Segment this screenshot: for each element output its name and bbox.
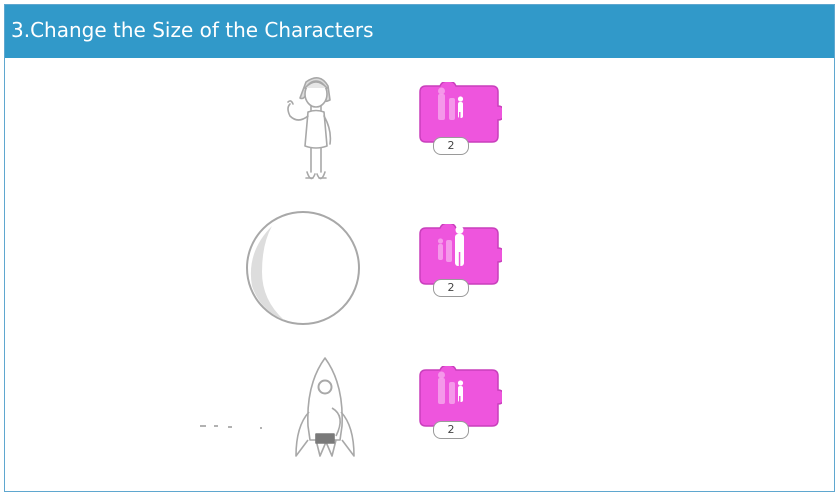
- girl-icon: [280, 74, 342, 196]
- size-block[interactable]: 2: [416, 366, 502, 444]
- size-value[interactable]: 2: [433, 137, 469, 155]
- size-block[interactable]: 2: [416, 82, 502, 160]
- rocket-icon: [200, 356, 360, 466]
- ball-icon: [244, 210, 364, 332]
- page-title: 3.Change the Size of the Characters: [11, 18, 374, 42]
- size-value[interactable]: 2: [433, 279, 469, 297]
- header-bar: 3.Change the Size of the Characters: [5, 5, 834, 58]
- size-value[interactable]: 2: [433, 421, 469, 439]
- size-block[interactable]: 2: [416, 224, 502, 302]
